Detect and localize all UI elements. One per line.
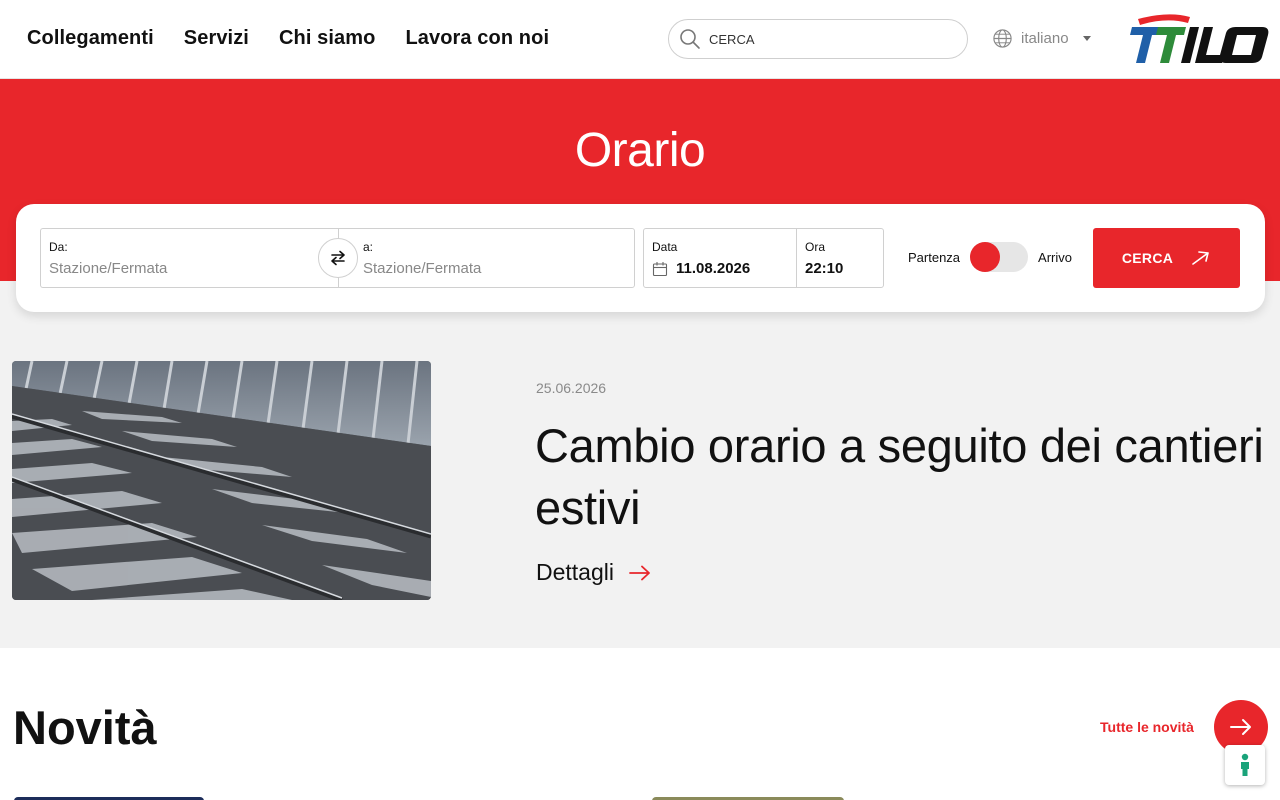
main-nav: Collegamenti Servizi Chi siamo Lavora co… xyxy=(27,27,549,50)
date-input[interactable]: 11.08.2026 xyxy=(652,260,750,277)
toggle-knob xyxy=(970,242,1001,272)
toggle-label-departure: Partenza xyxy=(908,249,961,265)
accessibility-icon xyxy=(1241,753,1249,776)
all-news-link[interactable]: Tutte le novità xyxy=(1100,719,1194,735)
date-time-divider xyxy=(796,229,797,287)
nav-item-chi-siamo[interactable]: Chi siamo xyxy=(279,27,375,50)
date-value: 11.08.2026 xyxy=(676,260,751,277)
language-selector[interactable]: italiano xyxy=(992,28,1091,49)
from-input[interactable] xyxy=(49,260,279,277)
timetable-search-card: Da: a: Data 11.08.2026 Ora 22:10 Partenz… xyxy=(16,204,1265,312)
arrow-right-icon xyxy=(1230,719,1251,735)
search-box[interactable] xyxy=(668,19,968,59)
search-timetable-button[interactable]: CERCA xyxy=(1093,228,1240,288)
from-label: Da: xyxy=(49,240,68,254)
date-label: Data xyxy=(652,240,678,254)
calendar-icon xyxy=(652,261,668,276)
from-field[interactable]: Da: xyxy=(40,228,340,288)
site-header: Collegamenti Servizi Chi siamo Lavora co… xyxy=(0,0,1280,79)
search-input[interactable] xyxy=(709,31,939,47)
to-input[interactable] xyxy=(363,260,593,277)
chevron-down-icon xyxy=(1082,36,1091,41)
article-title[interactable]: Cambio orario a seguito dei cantieri est… xyxy=(535,415,1270,539)
time-input[interactable]: 22:10 xyxy=(805,260,843,277)
tilo-logo[interactable] xyxy=(1128,13,1270,67)
railway-tracks-image[interactable] xyxy=(12,361,431,600)
toggle-label-arrival: Arrivo xyxy=(1038,249,1072,265)
search-icon xyxy=(680,29,700,49)
globe-icon xyxy=(993,29,1012,48)
news-heading: Novità xyxy=(13,701,157,754)
search-button-label: CERCA xyxy=(1121,250,1174,266)
departure-arrival-toggle[interactable] xyxy=(970,242,1029,272)
details-label: Dettagli xyxy=(536,559,614,585)
language-label: italiano xyxy=(1021,30,1069,47)
article-date: 25.06.2026 xyxy=(536,380,607,396)
departure-arrival-toggle-group: Partenza Arrivo xyxy=(908,242,1072,272)
swap-arrows-icon xyxy=(331,250,345,266)
to-field[interactable]: a: xyxy=(338,228,635,288)
nav-item-servizi[interactable]: Servizi xyxy=(184,27,249,50)
date-time-picker: Data 11.08.2026 Ora 22:10 xyxy=(643,228,884,288)
time-label: Ora xyxy=(805,240,826,254)
swap-stations-button[interactable] xyxy=(318,238,358,278)
article-details-link[interactable]: Dettagli xyxy=(536,559,652,586)
nav-item-lavora-con-noi[interactable]: Lavora con noi xyxy=(405,27,549,50)
to-label: a: xyxy=(363,240,374,254)
nav-item-collegamenti[interactable]: Collegamenti xyxy=(27,27,154,50)
accessibility-button[interactable] xyxy=(1225,745,1265,785)
page-title: Orario xyxy=(574,124,706,177)
arrow-right-icon xyxy=(629,565,650,580)
arrow-up-right-icon xyxy=(1192,251,1209,265)
